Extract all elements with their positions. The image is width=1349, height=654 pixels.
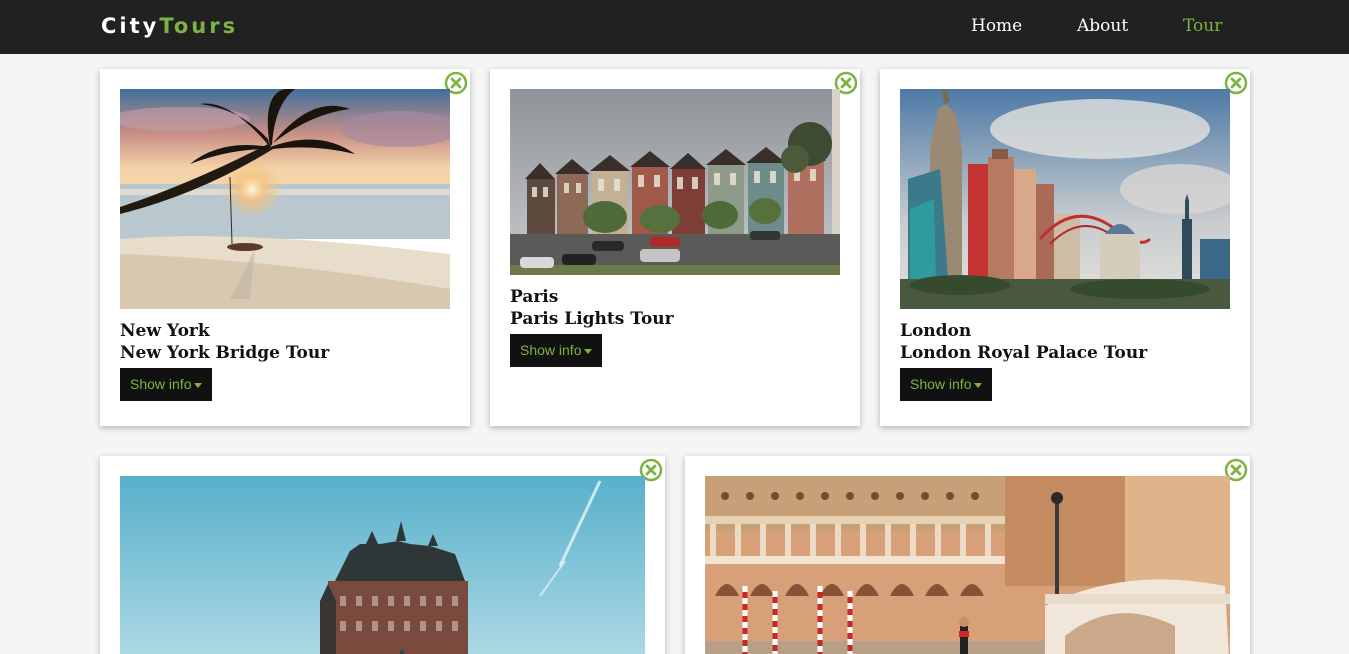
- tour-card-london: London London Royal Palace Tour Show inf…: [880, 69, 1250, 426]
- tour-photo-houses: [510, 89, 840, 275]
- tour-name: New York Bridge Tour: [120, 343, 330, 363]
- nav-about-link[interactable]: About: [1077, 15, 1128, 37]
- show-info-label: Show info: [520, 342, 582, 358]
- tour-card-new-york: New York New York Bridge Tour Show info: [100, 69, 470, 426]
- show-info-button[interactable]: Show info: [510, 334, 602, 367]
- tour-card-paris: Paris Paris Lights Tour Show info: [490, 69, 860, 426]
- tour-card-5: [685, 456, 1250, 654]
- tour-photo-beach: [120, 89, 450, 309]
- tour-city: Paris: [510, 287, 559, 307]
- caret-down-icon: [584, 348, 593, 354]
- nav-tour-link[interactable]: Tour: [1183, 15, 1222, 37]
- show-info-button[interactable]: Show info: [120, 368, 212, 401]
- caret-down-icon: [194, 382, 203, 388]
- tour-name: Paris Lights Tour: [510, 309, 674, 329]
- tour-photo-chateau: [120, 476, 645, 654]
- brand-logo[interactable]: CityTours: [101, 12, 238, 40]
- brand-logo-part2: Tours: [159, 14, 239, 38]
- caret-down-icon: [974, 382, 983, 388]
- tour-photo-venice: [705, 476, 1230, 654]
- tour-photo-skyline: [900, 89, 1230, 309]
- nav-home-link[interactable]: Home: [971, 15, 1022, 37]
- show-info-button[interactable]: Show info: [900, 368, 992, 401]
- tour-city: New York: [120, 321, 210, 341]
- tour-card-4: [100, 456, 665, 654]
- navbar: CityTours Home About Tour: [0, 0, 1349, 54]
- show-info-label: Show info: [910, 376, 972, 392]
- brand-logo-part1: City: [101, 14, 160, 38]
- show-info-label: Show info: [130, 376, 192, 392]
- tour-name: London Royal Palace Tour: [900, 343, 1148, 363]
- tour-city: London: [900, 321, 972, 341]
